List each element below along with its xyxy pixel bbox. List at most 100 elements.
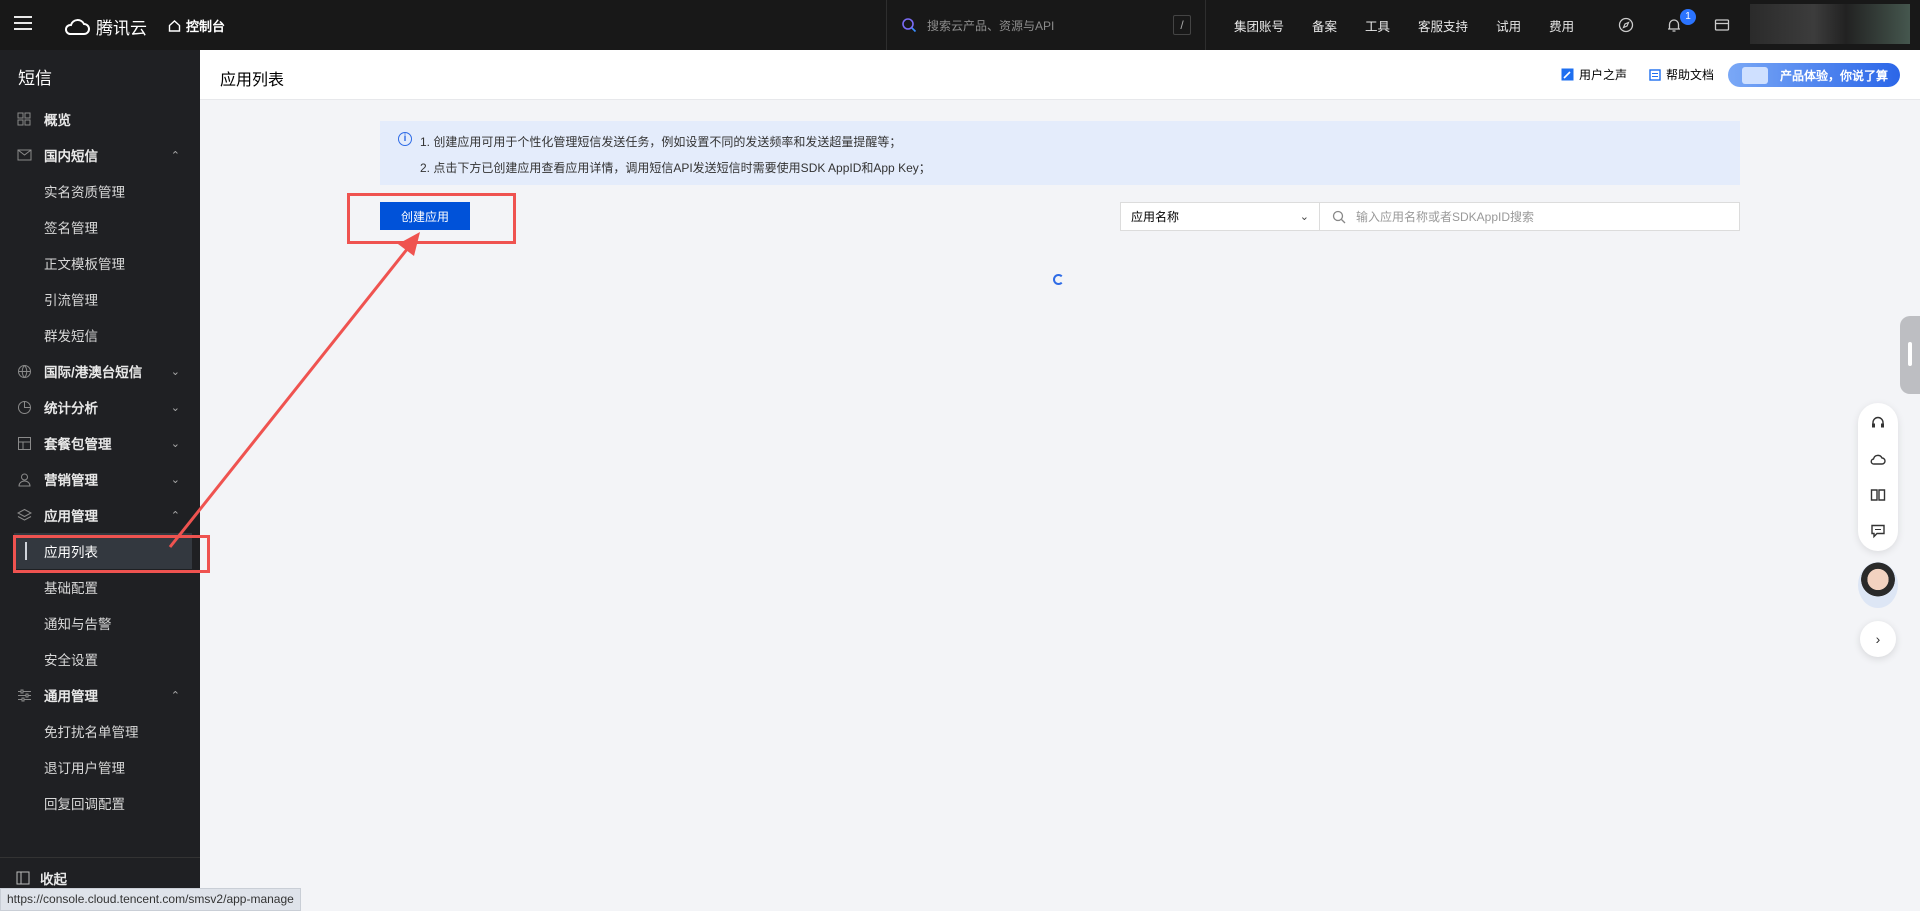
- console-label: 控制台: [186, 19, 226, 34]
- search-icon: [1332, 210, 1346, 224]
- app-search-input[interactable]: 输入应用名称或者SDKAppID搜索: [1319, 202, 1740, 231]
- headset-icon[interactable]: [1870, 415, 1886, 431]
- sidebar-item-label: 营销管理: [44, 473, 98, 488]
- nav-trial[interactable]: 试用: [1496, 16, 1521, 35]
- console-link[interactable]: 控制台: [168, 16, 225, 35]
- nav-support[interactable]: 客服支持: [1418, 16, 1468, 35]
- annotation-box-create: [347, 193, 516, 244]
- top-nav: 集团账号 备案 工具 客服支持 试用 费用: [1234, 0, 1574, 50]
- sidebar-divider: [0, 857, 200, 858]
- globe-icon: [16, 363, 32, 379]
- sidebar-subitem-traffic[interactable]: 引流管理: [44, 281, 200, 317]
- sidebar-item-label: 套餐包管理: [44, 437, 112, 452]
- cloud-logo-icon: [64, 18, 90, 35]
- sidebar-item-label: 国际/港澳台短信: [44, 365, 143, 380]
- user-voice-label: 用户之声: [1579, 68, 1628, 82]
- sidebar-subitem-template[interactable]: 正文模板管理: [44, 245, 200, 281]
- user-voice-link[interactable]: 用户之声: [1561, 66, 1627, 83]
- side-drawer-handle[interactable]: [1900, 316, 1920, 394]
- package-icon: [16, 435, 32, 451]
- collapse-label: 收起: [40, 872, 67, 887]
- book-icon[interactable]: [1870, 487, 1886, 503]
- sidebar-subitem-bulk-sms[interactable]: 群发短信: [44, 317, 200, 353]
- sidebar-item-marketing[interactable]: 营销管理 ⌄: [0, 461, 200, 497]
- header-links: 用户之声 帮助文档: [1561, 66, 1714, 83]
- user-group-icon: [16, 471, 32, 487]
- grid-icon: [16, 111, 32, 127]
- top-bar: 腾讯云 控制台 搜索云产品、资源与API / 集团账号 备案 工具 客服支持 试…: [0, 0, 1920, 50]
- message-icon[interactable]: [1870, 523, 1886, 539]
- sidebar-subitem-security[interactable]: 安全设置: [44, 641, 200, 677]
- sidebar: 短信 概览 国内短信 ⌃ 实名资质管理 签名管理 正文模板管理 引流管理 群发短…: [0, 50, 200, 911]
- sliders-icon: [16, 687, 32, 703]
- sidebar-item-label: 统计分析: [44, 401, 98, 416]
- sidebar-subitem-alerts[interactable]: 通知与告警: [44, 605, 200, 641]
- annotation-box-app-list: [13, 535, 210, 573]
- filter-field-select[interactable]: 应用名称 ⌄: [1120, 202, 1320, 231]
- sidebar-item-overview[interactable]: 概览: [0, 101, 200, 137]
- sidebar-subitem-basic-config[interactable]: 基础配置: [44, 569, 200, 605]
- sidebar-item-label: 应用管理: [44, 509, 98, 524]
- chevron-down-icon: ⌄: [170, 473, 180, 486]
- chevron-down-icon: ⌄: [1299, 211, 1309, 223]
- chevron-up-icon: ⌃: [170, 149, 180, 162]
- help-docs-link[interactable]: 帮助文档: [1649, 66, 1714, 83]
- top-icons: [1618, 0, 1730, 50]
- sidebar-item-general-management[interactable]: 通用管理 ⌃: [0, 677, 200, 713]
- status-bar-url: https://console.cloud.tencent.com/smsv2/…: [0, 888, 301, 911]
- menu-icon[interactable]: [14, 16, 32, 30]
- sidebar-item-statistics[interactable]: 统计分析 ⌄: [0, 389, 200, 425]
- floating-toolbar: [1858, 403, 1898, 551]
- assistant-avatar[interactable]: [1858, 562, 1898, 608]
- nav-tools[interactable]: 工具: [1365, 16, 1390, 35]
- info-notice: i 1. 创建应用可用于个性化管理短信发送任务，例如设置不同的发送频率和发送超量…: [380, 121, 1740, 185]
- help-docs-label: 帮助文档: [1666, 68, 1715, 82]
- page-title: 应用列表: [220, 72, 285, 89]
- edit-icon: [1561, 68, 1574, 81]
- search-icon: [902, 18, 917, 33]
- sidebar-item-label: 国内短信: [44, 149, 98, 164]
- chevron-right-icon[interactable]: ›: [1860, 621, 1896, 657]
- sidebar-item-international-sms[interactable]: 国际/港澳台短信 ⌄: [0, 353, 200, 389]
- sidebar-item-label: 概览: [44, 113, 71, 128]
- sidebar-item-app-management[interactable]: 应用管理 ⌃: [0, 497, 200, 533]
- sidebar-subitem-signature[interactable]: 签名管理: [44, 209, 200, 245]
- chevron-up-icon: ⌃: [170, 689, 180, 702]
- nav-filing[interactable]: 备案: [1312, 16, 1337, 35]
- feedback-label: 产品体验，你说了算: [1780, 68, 1889, 83]
- logo-text: 腾讯云: [96, 19, 147, 38]
- global-search-placeholder: 搜索云产品、资源与API: [927, 18, 1055, 33]
- notice-line-2: 2. 点击下方已创建应用查看应用详情，调用短信API发送短信时需要使用SDK A…: [420, 161, 931, 175]
- cloud-icon[interactable]: [1870, 451, 1886, 467]
- chevron-down-icon: ⌄: [170, 437, 180, 450]
- chevron-down-icon: ⌄: [170, 365, 180, 378]
- chevron-up-icon: ⌃: [170, 509, 180, 522]
- sidebar-subitem-reply-callback[interactable]: 回复回调配置: [44, 785, 200, 821]
- sidebar-subitem-dnd-list[interactable]: 免打扰名单管理: [44, 713, 200, 749]
- nav-billing[interactable]: 费用: [1549, 16, 1574, 35]
- home-icon: [168, 20, 181, 32]
- page-header: 应用列表 用户之声 帮助文档 产品体验，你说了算: [200, 50, 1920, 100]
- mail-icon: [16, 147, 32, 163]
- account-avatar[interactable]: [1750, 4, 1910, 44]
- document-icon: [1649, 68, 1661, 81]
- sidebar-title: 短信: [18, 69, 52, 88]
- loading-spinner-icon: [1053, 274, 1064, 285]
- ticket-icon[interactable]: [1714, 17, 1730, 33]
- feedback-button[interactable]: 产品体验，你说了算: [1728, 63, 1900, 87]
- sidebar-subitem-unsubscribe[interactable]: 退订用户管理: [44, 749, 200, 785]
- sidebar-collapse-button[interactable]: 收起: [16, 868, 67, 888]
- sidebar-item-domestic-sms[interactable]: 国内短信 ⌃: [0, 137, 200, 173]
- info-icon: i: [398, 132, 412, 146]
- global-search[interactable]: 搜索云产品、资源与API /: [886, 0, 1206, 50]
- chevron-down-icon: ⌄: [170, 401, 180, 414]
- notice-line-1: 1. 创建应用可用于个性化管理短信发送任务，例如设置不同的发送频率和发送超量提醒…: [420, 135, 902, 149]
- sidebar-subitem-realname[interactable]: 实名资质管理: [44, 173, 200, 209]
- compass-icon[interactable]: [1618, 17, 1634, 33]
- feedback-icon: [1742, 67, 1768, 84]
- tencent-cloud-logo[interactable]: 腾讯云: [64, 14, 147, 39]
- nav-group-account[interactable]: 集团账号: [1234, 16, 1284, 35]
- sidebar-item-package[interactable]: 套餐包管理 ⌄: [0, 425, 200, 461]
- search-shortcut: /: [1173, 15, 1191, 35]
- pie-chart-icon: [16, 399, 32, 415]
